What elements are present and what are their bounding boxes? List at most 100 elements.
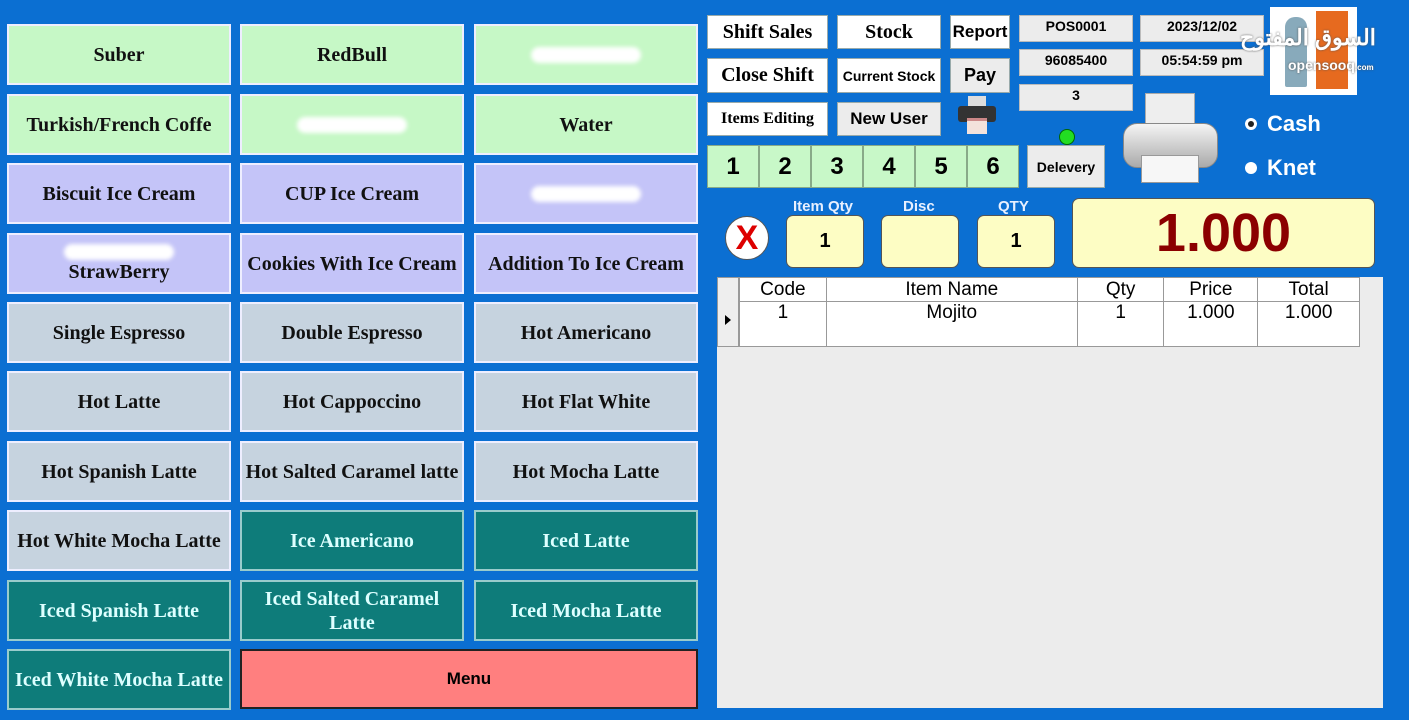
shift-sales-button[interactable]: Shift Sales xyxy=(707,15,828,49)
order-table: Code Item Name Qty Price Total 1 Mojito 1 1.000 1… xyxy=(739,277,1360,347)
product-button[interactable]: Biscuit Ice Cream xyxy=(7,163,231,224)
product-label: Iced Salted Caramel Latte xyxy=(264,587,440,634)
product-label: Hot Cappoccino xyxy=(282,390,422,413)
product-button[interactable]: Addition To Ice Cream xyxy=(474,233,698,294)
redacted-label xyxy=(531,46,641,63)
table-cell: 1 xyxy=(1076,301,1165,347)
column-header[interactable]: Code xyxy=(739,277,827,302)
table-3-button[interactable]: 3 xyxy=(811,145,863,188)
product-button[interactable]: Hot Flat White xyxy=(474,371,698,432)
table-2-button[interactable]: 2 xyxy=(759,145,811,188)
product-label: Biscuit Ice Cream xyxy=(42,182,196,205)
table-cell: 1 xyxy=(739,301,827,347)
product-button[interactable]: Hot Americano xyxy=(474,302,698,363)
product-label: Hot White Mocha Latte xyxy=(17,529,221,552)
column-header[interactable]: Total xyxy=(1257,277,1360,302)
product-label: Double Espresso xyxy=(281,321,423,344)
product-button[interactable] xyxy=(474,163,698,224)
table-cell: Mojito xyxy=(825,301,1078,347)
column-header[interactable]: Item Name xyxy=(825,277,1078,302)
product-button[interactable]: Suber xyxy=(7,24,231,85)
product-button[interactable]: Iced Salted Caramel Latte xyxy=(240,580,464,641)
product-label: Hot Mocha Latte xyxy=(512,460,660,483)
product-label: StrawBerry xyxy=(68,260,170,283)
product-label: Hot Latte xyxy=(77,390,161,413)
delivery-button[interactable]: Delevery xyxy=(1027,145,1105,188)
new-user-button[interactable]: New User xyxy=(837,102,941,136)
product-label: Single Espresso xyxy=(52,321,186,344)
knet-label: Knet xyxy=(1267,155,1316,180)
product-button[interactable]: Water xyxy=(474,94,698,155)
table-6-button[interactable]: 6 xyxy=(967,145,1019,188)
column-header[interactable]: Qty xyxy=(1076,277,1165,302)
printer-icon[interactable] xyxy=(1123,93,1218,185)
product-label: Water xyxy=(559,113,613,136)
product-button[interactable]: Hot Salted Caramel latte xyxy=(240,441,464,502)
product-button[interactable]: Turkish/French Coffe xyxy=(7,94,231,155)
redacted-label xyxy=(297,116,407,133)
opensooq-logo: السوق المفتوح opensooq.com xyxy=(1240,7,1376,95)
pay-button[interactable]: Pay xyxy=(950,58,1010,93)
logo-text: السوق المفتوح xyxy=(1240,25,1376,50)
product-label: CUP Ice Cream xyxy=(284,182,420,205)
counter: 3 xyxy=(1019,84,1133,111)
product-label: Hot Americano xyxy=(520,321,652,344)
disc-label: Disc xyxy=(903,198,935,215)
cash-radio[interactable]: Cash xyxy=(1245,111,1321,137)
product-button[interactable]: RedBull xyxy=(240,24,464,85)
logo-suffix: .com xyxy=(1354,63,1374,72)
product-button[interactable]: Hot Cappoccino xyxy=(240,371,464,432)
product-button[interactable]: CUP Ice Cream xyxy=(240,163,464,224)
product-button[interactable]: Hot Mocha Latte xyxy=(474,441,698,502)
total-display: 1.000 xyxy=(1072,198,1375,268)
product-button[interactable]: Ice Americano xyxy=(240,510,464,571)
product-button[interactable] xyxy=(240,94,464,155)
clear-button[interactable]: X xyxy=(725,216,769,260)
product-button[interactable]: Hot Latte xyxy=(7,371,231,432)
redacted-label xyxy=(64,243,174,260)
items-editing-button[interactable]: Items Editing xyxy=(707,102,828,136)
product-button[interactable]: Iced Latte xyxy=(474,510,698,571)
menu-button[interactable]: Menu xyxy=(240,649,698,709)
product-label: Turkish/French Coffe xyxy=(26,113,212,136)
product-button[interactable]: StrawBerry xyxy=(7,233,231,294)
qty-label: QTY xyxy=(998,198,1029,215)
product-button[interactable]: Double Espresso xyxy=(240,302,464,363)
table-4-button[interactable]: 4 xyxy=(863,145,915,188)
row-selector[interactable] xyxy=(717,277,739,347)
product-label: Ice Americano xyxy=(290,529,414,552)
product-label: Suber xyxy=(93,43,145,66)
product-button[interactable]: Iced Mocha Latte xyxy=(474,580,698,641)
qty-input[interactable]: 1 xyxy=(977,215,1055,268)
product-button[interactable]: Hot Spanish Latte xyxy=(7,441,231,502)
stock-button[interactable]: Stock xyxy=(837,15,941,49)
product-label: RedBull xyxy=(316,43,388,66)
product-label: Cookies With Ice Cream xyxy=(247,252,457,275)
small-printer-icon[interactable] xyxy=(958,96,996,134)
current-stock-button[interactable]: Current Stock xyxy=(837,58,941,93)
product-label: Iced Mocha Latte xyxy=(510,599,662,622)
report-button[interactable]: Report xyxy=(950,15,1010,49)
product-button[interactable]: Single Espresso xyxy=(7,302,231,363)
table-1-button[interactable]: 1 xyxy=(707,145,759,188)
product-button[interactable]: Iced Spanish Latte xyxy=(7,580,231,641)
time: 05:54:59 pm xyxy=(1140,49,1264,76)
product-button[interactable] xyxy=(474,24,698,85)
product-label: Hot Spanish Latte xyxy=(41,460,197,483)
disc-input[interactable] xyxy=(881,215,959,268)
redacted-label xyxy=(531,185,641,202)
table-row[interactable]: 1 Mojito 1 1.000 1.000 xyxy=(739,301,1360,347)
item-qty-input[interactable]: 1 xyxy=(786,215,864,268)
logo-latin: opensooq xyxy=(1288,57,1355,73)
product-button[interactable]: Hot White Mocha Latte xyxy=(7,510,231,571)
knet-radio[interactable]: Knet xyxy=(1245,155,1316,181)
column-header[interactable]: Price xyxy=(1163,277,1259,302)
table-cell: 1.000 xyxy=(1163,301,1259,347)
close-shift-button[interactable]: Close Shift xyxy=(707,58,828,93)
table-5-button[interactable]: 5 xyxy=(915,145,967,188)
product-button[interactable]: Iced White Mocha Latte xyxy=(7,649,231,710)
pos-id: POS0001 xyxy=(1019,15,1133,42)
product-label: Addition To Ice Cream xyxy=(488,252,684,275)
cash-label: Cash xyxy=(1267,111,1321,136)
product-button[interactable]: Cookies With Ice Cream xyxy=(240,233,464,294)
